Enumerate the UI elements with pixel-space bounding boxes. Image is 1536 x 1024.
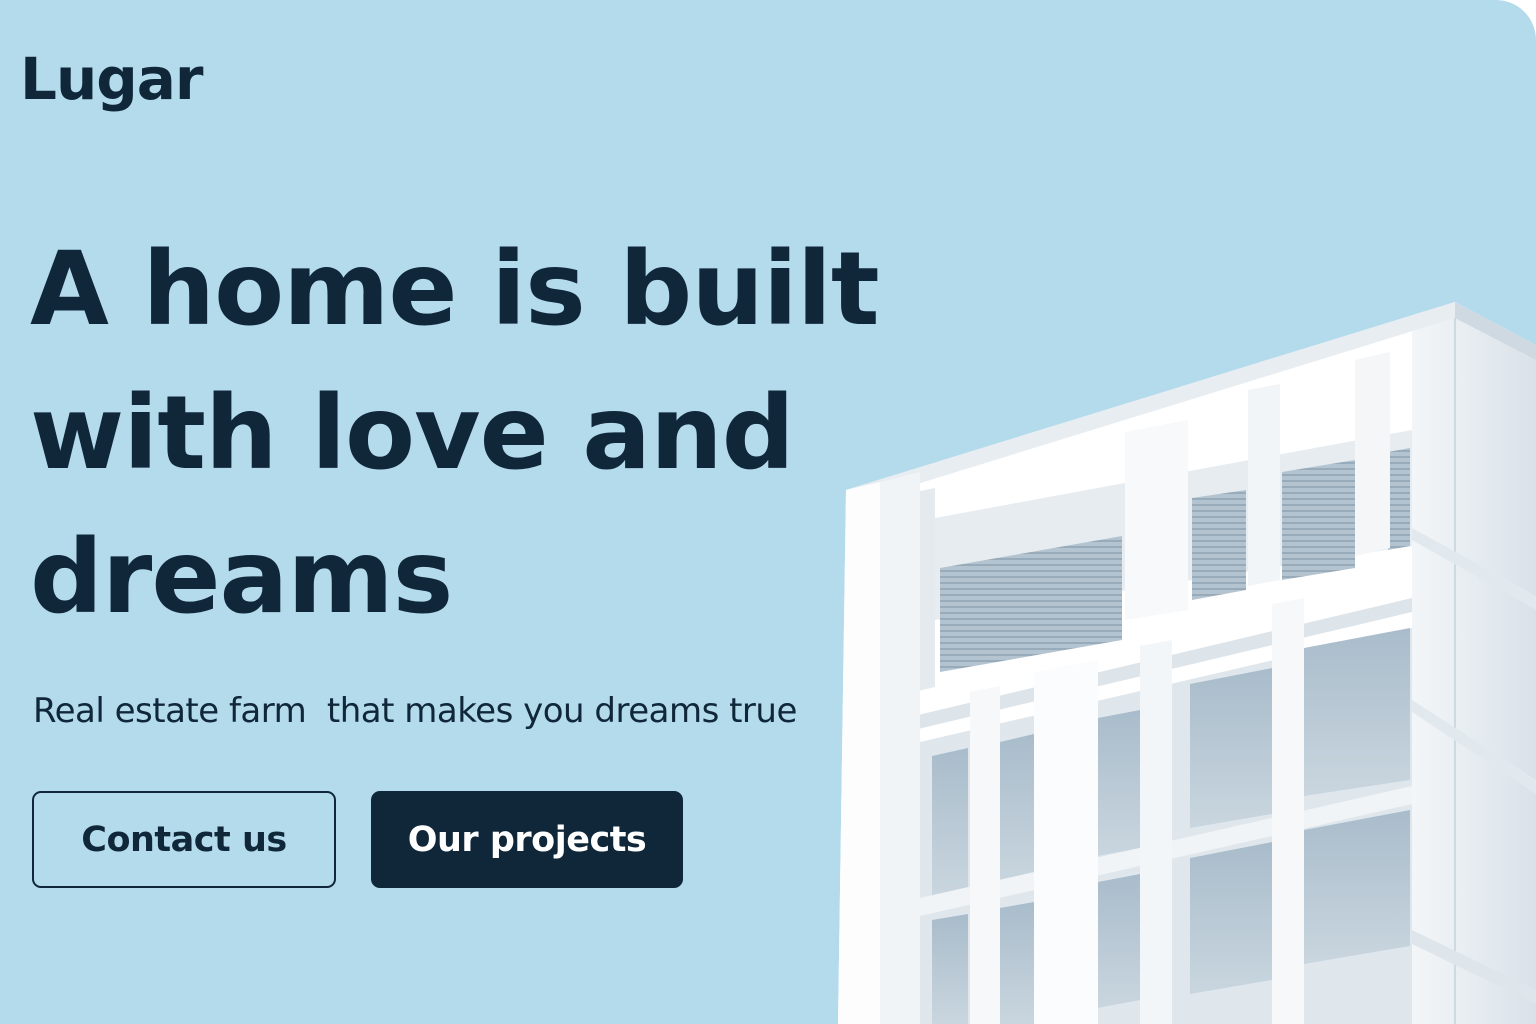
- window: [1190, 668, 1272, 828]
- window: [932, 914, 968, 1024]
- window: [1098, 874, 1140, 1008]
- window: [1192, 490, 1246, 600]
- window: [932, 748, 968, 896]
- building-photo: [838, 302, 1536, 1024]
- building-side: [1412, 302, 1536, 1024]
- window: [1282, 460, 1355, 580]
- window: [1304, 810, 1410, 964]
- hero-page: Lugar A home is built with love and drea…: [0, 0, 1536, 1024]
- window: [1190, 842, 1272, 994]
- window: [1098, 710, 1140, 856]
- window: [1000, 734, 1034, 886]
- window: [1000, 902, 1034, 1024]
- window: [1388, 448, 1410, 550]
- window: [1304, 628, 1410, 796]
